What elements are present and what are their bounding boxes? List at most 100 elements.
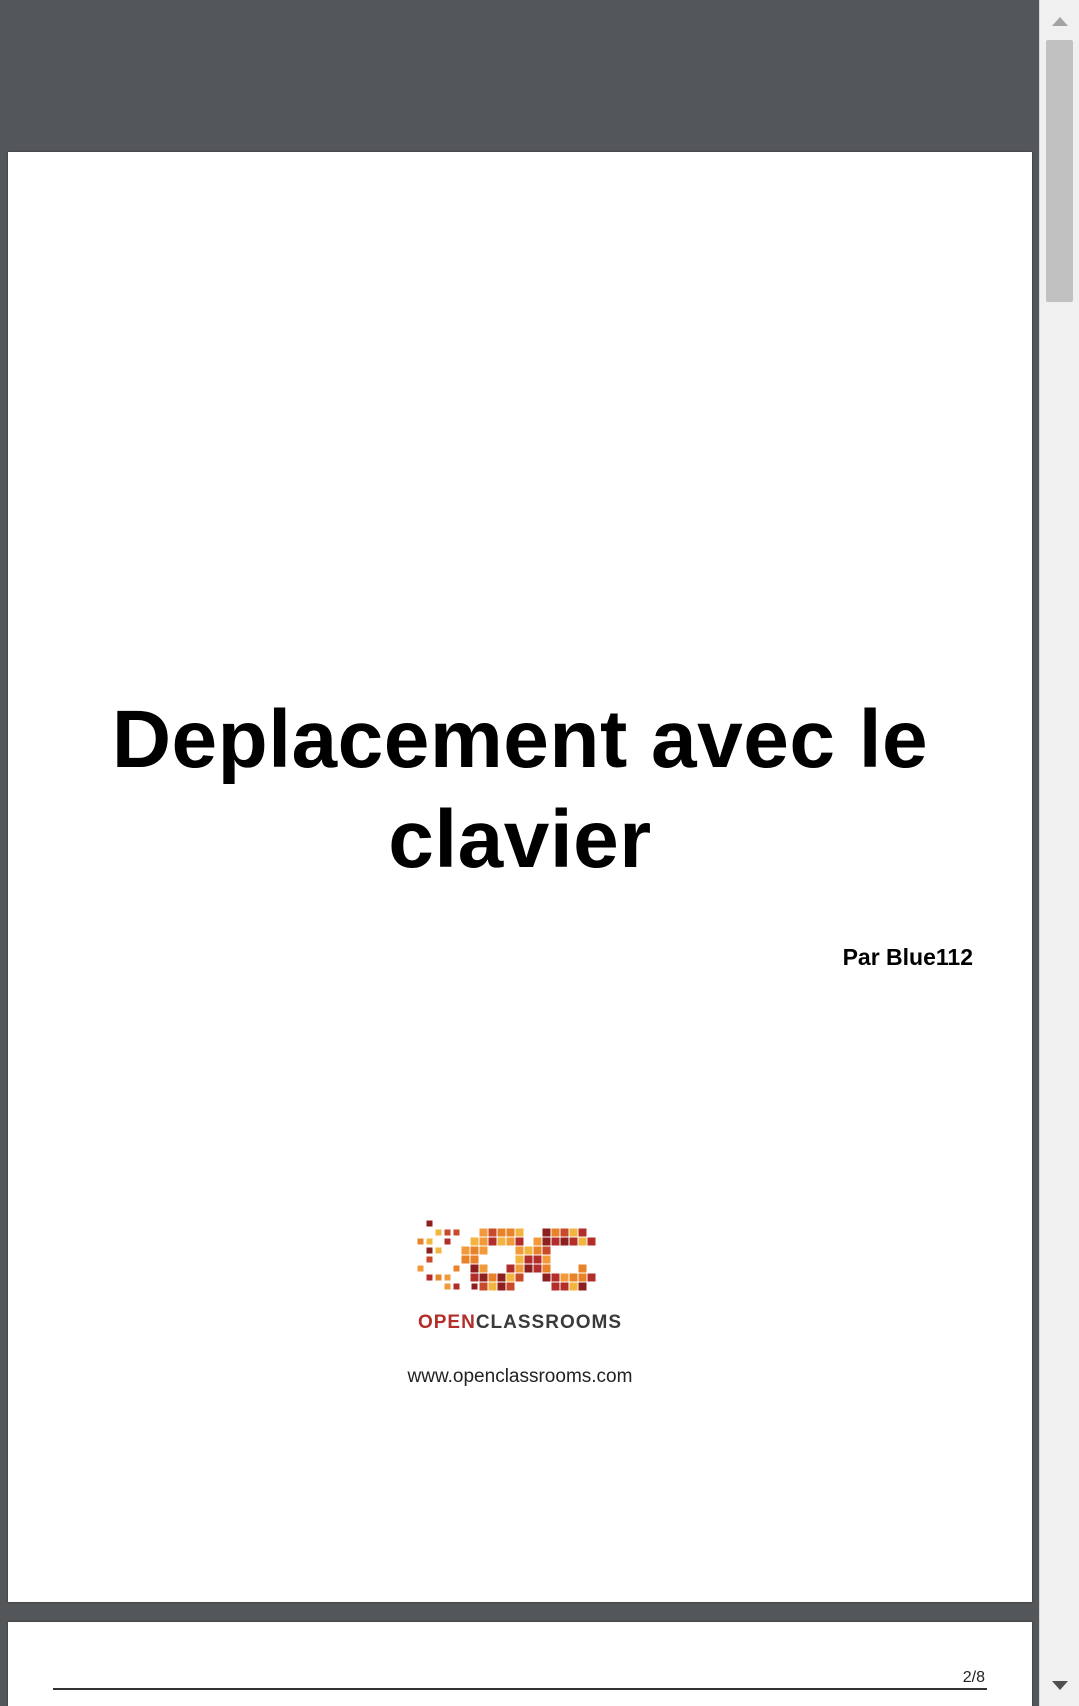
logo-pixel (426, 1238, 433, 1245)
logo-pixel (524, 1264, 533, 1273)
logo-pixel (578, 1237, 587, 1246)
logo-pixel (471, 1283, 478, 1290)
logo-pixel (551, 1228, 560, 1237)
logo-pixel (506, 1264, 515, 1273)
document-author: Par Blue112 (842, 944, 973, 970)
logo-pixel (488, 1237, 497, 1246)
logo-pixel (488, 1273, 497, 1282)
pdf-page-2: 2/8 (8, 1622, 1032, 1706)
logo-pixel (488, 1282, 497, 1291)
logo-pixel (578, 1228, 587, 1237)
logo-pixel (560, 1237, 569, 1246)
logo-pixel (515, 1264, 524, 1273)
logo-pixel (542, 1228, 551, 1237)
openclassrooms-logo-icon: OC (417, 1220, 596, 1291)
scroll-up-button[interactable] (1040, 4, 1079, 38)
logo-pixel (542, 1273, 551, 1282)
logo-pixel (569, 1228, 578, 1237)
logo-pixel (587, 1273, 596, 1282)
logo-pixel (417, 1265, 424, 1272)
logo-pixel (479, 1228, 488, 1237)
logo-pixel (560, 1273, 569, 1282)
triangle-up-icon (1051, 16, 1068, 26)
logo-pixel (578, 1264, 587, 1273)
header-rule (53, 1688, 987, 1690)
logo-pixel (506, 1237, 515, 1246)
logo-pixel (497, 1228, 506, 1237)
logo-pixel (453, 1283, 460, 1290)
logo-pixel (551, 1282, 560, 1291)
svg-text:OC: OC (536, 1281, 538, 1283)
logo-pixel (569, 1282, 578, 1291)
logo-open-text: OPEN (417, 1312, 476, 1333)
document-title: Deplacement avec le clavier (111, 694, 929, 885)
logo-pixel (444, 1229, 451, 1236)
logo-pixel (426, 1247, 433, 1254)
logo-pixel (524, 1246, 533, 1255)
logo-pixel (470, 1273, 479, 1282)
logo-pixel (542, 1246, 551, 1255)
logo-pixel (515, 1255, 524, 1264)
logo-pixel (479, 1237, 488, 1246)
logo-pixel (435, 1247, 442, 1254)
logo-pixel (569, 1237, 578, 1246)
logo-pixel (435, 1274, 442, 1281)
pdf-viewer[interactable]: Deplacement avec le clavier Par Blue112 … (0, 0, 1039, 1706)
logo-pixel (515, 1237, 524, 1246)
logo-pixel (444, 1238, 451, 1245)
logo-pixel (453, 1229, 460, 1236)
logo-pixel (560, 1282, 569, 1291)
triangle-down-icon (1051, 1680, 1068, 1690)
logo-pixel (435, 1229, 442, 1236)
vertical-scrollbar[interactable] (1039, 0, 1079, 1706)
logo-pixel (533, 1237, 542, 1246)
logo-pixel (479, 1282, 488, 1291)
logo-pixel (479, 1246, 488, 1255)
openclassrooms-logo: OC OPENCLASSROOMS (8, 1202, 1032, 1334)
logo-pixel (444, 1274, 451, 1281)
logo-pixel (587, 1237, 596, 1246)
page-number: 2/8 (962, 1669, 985, 1686)
logo-pixel (506, 1228, 515, 1237)
logo-pixel (506, 1273, 515, 1282)
logo-pixel (426, 1256, 433, 1263)
logo-pixel (551, 1237, 560, 1246)
logo-pixel (479, 1273, 488, 1282)
logo-pixel (470, 1255, 479, 1264)
logo-pixel (497, 1282, 506, 1291)
scroll-down-button[interactable] (1040, 1668, 1079, 1702)
logo-wordmark: OPENCLASSROOMS (8, 1312, 1032, 1334)
logo-pixel (461, 1246, 470, 1255)
logo-pixel (578, 1282, 587, 1291)
logo-pixel (461, 1255, 470, 1264)
logo-pixel (551, 1273, 560, 1282)
scrollbar-thumb[interactable] (1046, 40, 1073, 302)
logo-pixel (515, 1228, 524, 1237)
logo-pixel (542, 1237, 551, 1246)
logo-pixel (533, 1264, 542, 1273)
logo-pixel (506, 1282, 515, 1291)
site-url: www.openclassrooms.com (407, 1366, 633, 1387)
logo-pixel (533, 1246, 542, 1255)
logo-pixel (515, 1273, 524, 1282)
logo-pixel (470, 1246, 479, 1255)
logo-pixel (524, 1255, 533, 1264)
logo-pixel (515, 1246, 524, 1255)
logo-pixel (470, 1264, 479, 1273)
logo-pixel (569, 1273, 578, 1282)
logo-pixel (542, 1264, 551, 1273)
logo-pixel (578, 1273, 587, 1282)
logo-pixel (417, 1238, 424, 1245)
logo-pixel (470, 1237, 479, 1246)
logo-pixel (497, 1237, 506, 1246)
logo-pixel (542, 1255, 551, 1264)
logo-pixel (426, 1220, 433, 1227)
logo-pixel (479, 1264, 488, 1273)
logo-pixel (426, 1274, 433, 1281)
logo-classrooms-text: CLASSROOMS (475, 1312, 623, 1333)
logo-pixel (497, 1273, 506, 1282)
logo-pixel (453, 1265, 460, 1272)
logo-pixel (533, 1255, 542, 1264)
logo-pixel (560, 1228, 569, 1237)
pdf-page-1: Deplacement avec le clavier Par Blue112 … (8, 152, 1032, 1602)
